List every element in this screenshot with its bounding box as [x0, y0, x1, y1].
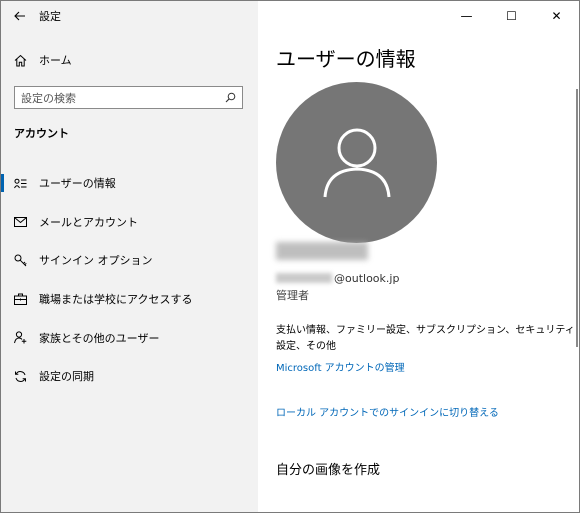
content-pane: — ☐ ✕ ユーザーの情報 @outlook.jp 管理者 支払い情報、ファミリ…: [258, 1, 579, 512]
search-icon: [225, 92, 236, 103]
sidebar-item-work-school[interactable]: 職場または学校にアクセスする: [1, 280, 258, 319]
page-title: ユーザーの情報: [276, 47, 416, 71]
minimize-button[interactable]: —: [444, 1, 489, 31]
person-add-icon: [1, 331, 39, 344]
sidebar-item-label: サインイン オプション: [39, 254, 153, 268]
sidebar-item-family-users[interactable]: 家族とその他のユーザー: [1, 318, 258, 357]
home-icon: [1, 54, 39, 67]
user-name-redacted: [276, 242, 368, 260]
close-icon: ✕: [551, 9, 562, 23]
search-placeholder: 設定の検索: [21, 91, 76, 105]
sidebar-item-sync-settings[interactable]: 設定の同期: [1, 357, 258, 396]
sidebar-item-mail-accounts[interactable]: メールとアカウント: [1, 203, 258, 242]
accounts-nav-list: ユーザーの情報 メールとアカウント サインイン オプション 職場または学校にアク…: [1, 164, 258, 396]
avatar: [276, 82, 437, 243]
key-icon: [1, 254, 39, 267]
close-button[interactable]: ✕: [534, 1, 579, 31]
app-title: 設定: [39, 10, 61, 23]
account-role: 管理者: [276, 289, 309, 302]
sidebar-item-user-info[interactable]: ユーザーの情報: [1, 164, 258, 203]
window-controls: — ☐ ✕: [444, 1, 579, 31]
user-silhouette-icon: [323, 128, 390, 197]
sidebar-item-sign-in-options[interactable]: サインイン オプション: [1, 241, 258, 280]
title-bar: 設定: [1, 1, 258, 31]
sidebar-item-label: 設定の同期: [39, 370, 94, 384]
nav-home-label: ホーム: [39, 54, 72, 67]
search-input[interactable]: 設定の検索: [14, 86, 243, 109]
billing-info-text: 支払い情報、ファミリー設定、サブスクリプション、セキュリティ設定、その他: [276, 325, 575, 352]
section-title-accounts: アカウント: [14, 127, 69, 140]
email-domain: @outlook.jp: [334, 271, 400, 285]
settings-window: 設定 ホーム 設定の検索 アカウント ユーザーの情報 メールとアカウント サイン…: [0, 0, 580, 513]
user-info-icon: [1, 178, 39, 189]
sidebar-item-label: ユーザーの情報: [39, 177, 116, 191]
briefcase-icon: [1, 293, 39, 306]
mail-icon: [1, 216, 39, 227]
maximize-icon: ☐: [506, 9, 517, 23]
back-arrow-icon: [14, 11, 25, 21]
switch-to-local-account-link[interactable]: ローカル アカウントでのサインインに切り替える: [276, 404, 499, 419]
email-local-part-redacted: [276, 273, 332, 283]
user-email: @outlook.jp: [276, 269, 399, 287]
sidebar-item-label: 職場または学校にアクセスする: [39, 293, 193, 307]
navigation-pane: 設定 ホーム 設定の検索 アカウント ユーザーの情報 メールとアカウント サイン…: [1, 1, 258, 512]
scrollbar[interactable]: [576, 89, 578, 347]
maximize-button[interactable]: ☐: [489, 1, 534, 31]
minimize-icon: —: [460, 9, 473, 23]
manage-microsoft-account-link[interactable]: Microsoft アカウントの管理: [276, 359, 405, 374]
nav-home[interactable]: ホーム: [1, 45, 258, 75]
create-picture-heading: 自分の画像を作成: [276, 463, 381, 478]
sidebar-item-label: 家族とその他のユーザー: [39, 331, 160, 345]
sidebar-item-label: メールとアカウント: [39, 215, 138, 229]
back-button[interactable]: [1, 1, 39, 31]
sync-icon: [1, 370, 39, 383]
